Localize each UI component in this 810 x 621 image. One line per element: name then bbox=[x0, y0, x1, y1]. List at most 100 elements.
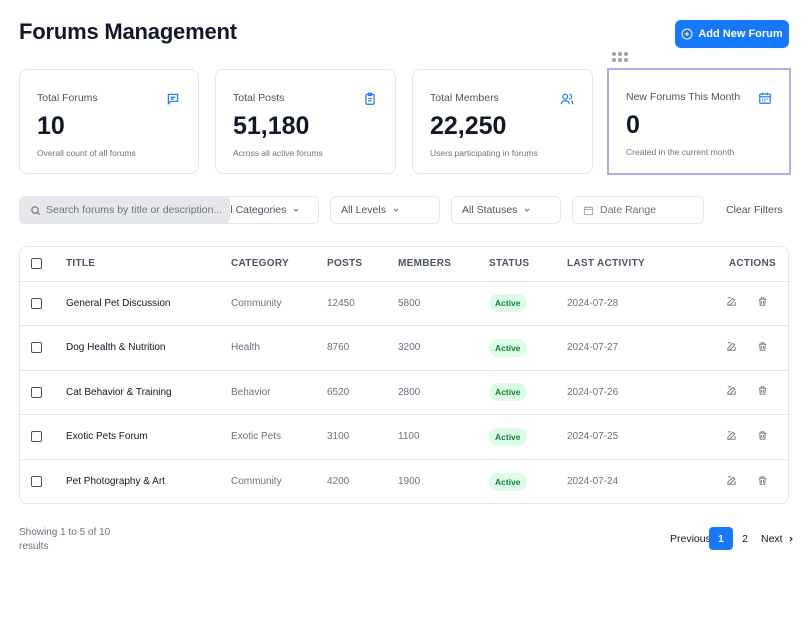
previous-label: Previous bbox=[670, 532, 709, 545]
forum-members: 2800 bbox=[398, 370, 489, 415]
stat-card-total-forums: Total Forums 10 Overall count of all for… bbox=[19, 69, 199, 174]
edit-icon[interactable] bbox=[726, 430, 737, 441]
status-badge: Active bbox=[489, 472, 527, 491]
col-category[interactable]: CATEGORY bbox=[231, 247, 327, 282]
stat-sub: Created in the current month bbox=[626, 147, 735, 157]
forum-members: 5800 bbox=[398, 281, 489, 326]
status-select[interactable]: All Statuses bbox=[451, 196, 561, 224]
status-badge: Active bbox=[489, 338, 527, 357]
row-checkbox[interactable] bbox=[31, 386, 42, 398]
table-row[interactable]: Pet Photography & Art Community 4200 1900 Ac… bbox=[20, 459, 788, 503]
forum-posts: 6520 bbox=[327, 370, 398, 415]
chevron-down-icon bbox=[393, 208, 399, 212]
row-checkbox[interactable] bbox=[31, 431, 42, 443]
select-all-checkbox[interactable] bbox=[31, 258, 42, 270]
edit-icon[interactable] bbox=[726, 385, 737, 396]
calendar-icon bbox=[583, 205, 594, 215]
add-new-forum-button[interactable]: Add New Forum bbox=[675, 20, 789, 48]
next-label: Next bbox=[761, 532, 783, 545]
stat-label: Total Posts bbox=[233, 92, 285, 104]
forum-members: 1900 bbox=[398, 476, 421, 487]
forum-posts: 3100 bbox=[327, 414, 398, 460]
forum-posts: 8760 bbox=[327, 325, 398, 371]
forum-title: Dog Health & Nutrition bbox=[66, 325, 231, 371]
search-box[interactable] bbox=[19, 196, 230, 224]
previous-page-button[interactable]: Previous bbox=[666, 533, 709, 545]
trash-icon[interactable] bbox=[757, 296, 768, 307]
forum-category: Exotic Pets bbox=[231, 414, 327, 460]
forums-table: TITLE CATEGORY POSTS MEMBERS STATUS LAST… bbox=[19, 246, 789, 504]
category-select[interactable]: All Categories bbox=[220, 196, 319, 224]
level-select[interactable]: All Levels bbox=[330, 196, 440, 224]
forum-last-activity: 2024-07-28 bbox=[567, 281, 707, 326]
trash-icon[interactable] bbox=[757, 385, 768, 396]
edit-icon[interactable] bbox=[726, 475, 737, 486]
forum-posts: 12450 bbox=[327, 281, 398, 326]
chevron-down-icon bbox=[294, 208, 299, 212]
table-row[interactable]: Exotic Pets Forum Exotic Pets 3100 1100 Acti… bbox=[20, 414, 788, 460]
stat-label: Total Members bbox=[430, 92, 499, 104]
date-range-field[interactable]: Date Range bbox=[572, 196, 704, 224]
page-1-button[interactable]: 1 bbox=[709, 527, 733, 550]
forum-last-activity: 2024-07-25 bbox=[567, 414, 707, 460]
drag-handle-icon[interactable] bbox=[612, 52, 628, 62]
forum-title: Pet Photography & Art bbox=[66, 476, 165, 487]
table-row[interactable]: Cat Behavior & Training Behavior 6520 2800 A… bbox=[20, 370, 788, 415]
table-row[interactable]: General Pet Discussion Community 12450 5800… bbox=[20, 281, 788, 326]
forum-last-activity: 2024-07-27 bbox=[567, 325, 707, 371]
stat-label: New Forums This Month bbox=[626, 91, 741, 103]
row-checkbox[interactable] bbox=[31, 297, 42, 309]
forum-category: Community bbox=[231, 281, 327, 326]
search-icon bbox=[31, 205, 41, 215]
stat-card-new-forums-month[interactable]: New Forums This Month 0 Created in the c… bbox=[607, 68, 791, 175]
forum-category: Health bbox=[231, 325, 327, 371]
table-row[interactable]: Dog Health & Nutrition Health 8760 3200 Acti… bbox=[20, 325, 788, 371]
calendar-icon bbox=[759, 92, 771, 104]
chevron-right-icon bbox=[789, 536, 793, 541]
row-checkbox[interactable] bbox=[31, 475, 42, 487]
clear-filters-button[interactable]: Clear Filters bbox=[726, 204, 783, 216]
stat-value: 10 bbox=[37, 112, 65, 140]
col-title[interactable]: TITLE bbox=[66, 247, 231, 282]
filter-bar: All Categories All Levels All Statuses D… bbox=[0, 196, 810, 224]
page-title: Forums Management bbox=[19, 19, 237, 44]
add-new-forum-label: Add New Forum bbox=[698, 28, 783, 40]
search-input[interactable] bbox=[46, 204, 226, 216]
forum-members: 1100 bbox=[398, 414, 489, 460]
clipboard-icon bbox=[365, 92, 375, 105]
stat-card-total-members: Total Members 22,250 Users participating… bbox=[412, 69, 593, 174]
forum-category: Behavior bbox=[231, 370, 327, 415]
trash-icon[interactable] bbox=[757, 341, 768, 352]
forum-category: Community bbox=[231, 476, 282, 487]
row-checkbox[interactable] bbox=[31, 342, 42, 354]
edit-icon[interactable] bbox=[726, 296, 737, 307]
stat-value: 22,250 bbox=[430, 112, 507, 140]
chat-icon bbox=[167, 93, 179, 106]
forum-last-activity: 2024-07-26 bbox=[567, 370, 707, 415]
col-members[interactable]: MEMBERS bbox=[398, 247, 489, 282]
trash-icon[interactable] bbox=[757, 475, 768, 486]
pagination: Previous 1 2 Next bbox=[666, 527, 795, 550]
table-header-row: TITLE CATEGORY POSTS MEMBERS STATUS LAST… bbox=[20, 247, 788, 282]
forum-title: Cat Behavior & Training bbox=[66, 370, 231, 415]
col-status[interactable]: STATUS bbox=[489, 247, 567, 282]
status-badge: Active bbox=[489, 294, 527, 313]
page-2-button[interactable]: 2 bbox=[733, 527, 757, 550]
stat-sub: Across all active forums bbox=[233, 148, 323, 158]
plus-circle-icon bbox=[681, 28, 693, 40]
forum-title: General Pet Discussion bbox=[66, 281, 231, 326]
edit-icon[interactable] bbox=[726, 341, 737, 352]
forum-members: 3200 bbox=[398, 325, 489, 371]
next-page-button[interactable]: Next bbox=[761, 533, 795, 545]
forum-posts: 4200 bbox=[327, 476, 350, 487]
col-posts[interactable]: POSTS bbox=[327, 247, 398, 282]
trash-icon[interactable] bbox=[757, 430, 768, 441]
forum-title: Exotic Pets Forum bbox=[66, 414, 231, 460]
col-last-activity[interactable]: LAST ACTIVITY bbox=[567, 247, 707, 282]
status-badge: Active bbox=[489, 383, 527, 402]
status-badge: Active bbox=[489, 427, 527, 446]
stat-card-total-posts: Total Posts 51,180 Across all active for… bbox=[215, 69, 396, 174]
forum-last-activity: 2024-07-24 bbox=[567, 476, 619, 487]
stat-value: 0 bbox=[626, 111, 640, 139]
stat-value: 51,180 bbox=[233, 112, 310, 140]
